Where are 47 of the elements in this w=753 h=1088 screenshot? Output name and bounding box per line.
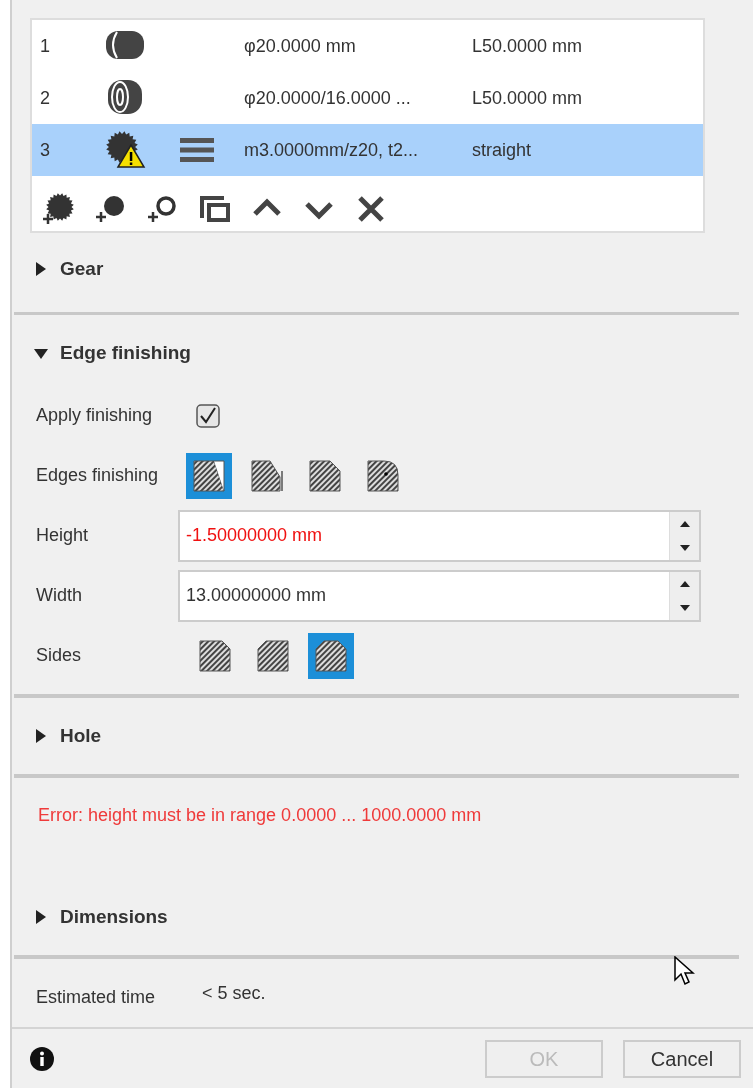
feature-length: L50.0000 mm [472,34,583,58]
info-icon[interactable] [30,1046,54,1071]
expand-icon [34,910,48,925]
corner-icon [308,458,342,493]
chamfer-icon [256,638,290,673]
feature-length: L50.0000 mm [472,86,583,110]
error-message: Error: height must be in range 0.0000 ... 1000.0000 mm [37,803,483,827]
field-label: Apply finishing [35,404,154,428]
row-number: 2 [39,86,51,110]
chamfer-icon [192,458,226,493]
down-arrow-icon[interactable] [679,604,690,611]
notch-icon [250,458,284,493]
section-header[interactable]: Gear [12,255,753,284]
option-button[interactable] [186,452,232,499]
feature-row[interactable]: 1 φ20.0000 mm L50.0000 mm [32,20,703,72]
feature-length: straight [472,138,532,162]
up-arrow-icon[interactable] [679,580,690,587]
row-number: 3 [39,138,51,162]
collapse-icon [34,346,48,361]
feature-size: φ20.0000 mm [244,34,357,58]
up-arrow-icon[interactable] [679,520,690,527]
feature-size: m3.0000mm/z20, t2... [244,138,420,162]
round-edge-icon [366,458,400,493]
field-label: Width [35,584,83,608]
feature-row[interactable]: 2 φ20.0000/16.0000 ... L50.0000 mm [32,72,703,124]
down-arrow-icon[interactable] [679,544,690,551]
section-header[interactable]: Edge finishing [12,339,753,368]
section-header[interactable]: Dimensions [12,902,753,932]
field-label: Edges finishing [35,464,160,488]
feature-size: φ20.0000/16.0000 ... [244,86,412,110]
dialog-button[interactable]: Cancel [623,1039,741,1078]
checkbox[interactable] [196,403,220,428]
menu-icon[interactable] [180,137,214,163]
pointer-icon [674,956,696,986]
field-label: Height [35,524,90,548]
add-gear-icon[interactable] [42,192,76,226]
section-header[interactable]: Hole [12,721,753,751]
row-number: 1 [39,34,51,58]
expand-icon [34,262,48,277]
feature-row[interactable]: 3 m3.0000mm/z20, t2... straight [32,124,703,176]
estimate-value: < 5 sec. [202,981,266,1005]
chamfer-icon [198,638,232,673]
expand-icon [34,728,48,743]
option-button[interactable] [308,632,354,679]
double-chamfer-icon [314,638,348,673]
field-label: Estimated time [35,985,157,1009]
field-label: Sides [35,644,83,668]
